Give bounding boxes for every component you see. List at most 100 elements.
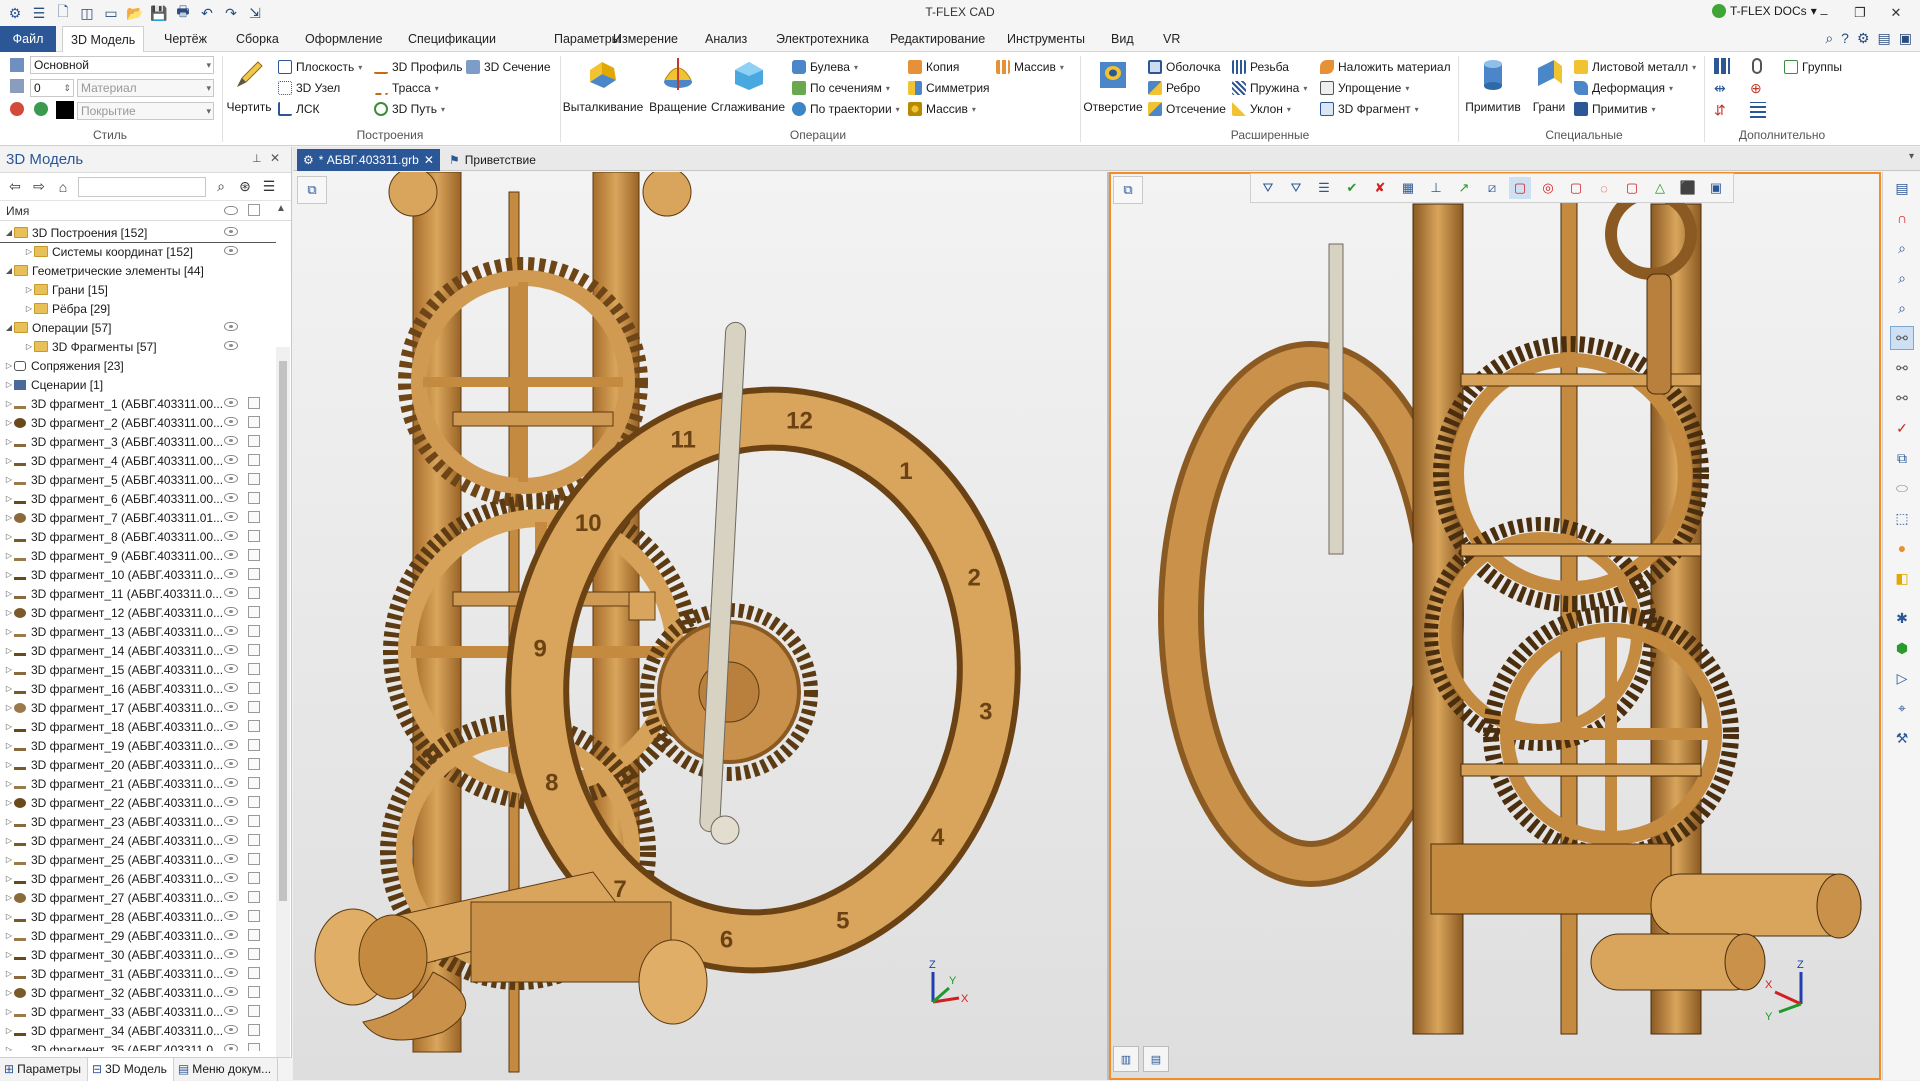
sphere-icon[interactable]: ● xyxy=(1890,536,1914,560)
new-document-icon[interactable]: 🗋 xyxy=(52,2,74,24)
extrude-button[interactable]: Выталкивание xyxy=(562,56,644,114)
glasses-settings-icon[interactable]: ⚯ xyxy=(1890,356,1914,380)
expand-arrow-icon[interactable]: ▷ xyxy=(4,722,14,731)
operation-filter-icon[interactable]: ◎ xyxy=(1537,177,1559,199)
tree-row-fragment[interactable]: ▷ 3D фрагмент_26 (АБВГ.403311.0... xyxy=(0,869,276,888)
visibility-eye-icon[interactable] xyxy=(224,1006,238,1015)
visibility-eye-icon[interactable] xyxy=(224,626,238,635)
boolean-button[interactable]: Булева ▾ xyxy=(792,57,858,77)
search-icon[interactable]: ⌕ xyxy=(1825,30,1833,47)
tree-row-fragment[interactable]: ▷ 3D фрагмент_8 (АБВГ.403311.00... xyxy=(0,527,276,546)
cube-view-icon[interactable]: ⧉ xyxy=(1890,446,1914,470)
open-document-icon[interactable] xyxy=(248,967,260,979)
help-icon[interactable]: ? xyxy=(1841,30,1849,47)
list-options-icon[interactable]: ☰ xyxy=(260,178,278,195)
app-menu-icon[interactable]: ☰ xyxy=(28,2,50,24)
appearance-icon[interactable] xyxy=(34,102,48,116)
wireframe-icon[interactable]: ⬚ xyxy=(1890,506,1914,530)
visibility-eye-icon[interactable] xyxy=(224,854,238,863)
open-document-icon[interactable] xyxy=(248,397,260,409)
export-icon[interactable]: ⇲ xyxy=(244,2,266,24)
cut-button[interactable]: Отсечение xyxy=(1148,99,1226,119)
expand-arrow-icon[interactable]: ▷ xyxy=(4,893,14,902)
tree-row-fragment[interactable]: ▷ 3D фрагмент_22 (АБВГ.403311.0... xyxy=(0,793,276,812)
target-icon[interactable]: ⊛ xyxy=(236,178,254,195)
tabs-overflow-icon[interactable]: ▾ xyxy=(1909,151,1914,162)
tree-row-fragment[interactable]: ▷ 3D фрагмент_1 (АБВГ.403311.00... xyxy=(0,394,276,413)
expand-arrow-icon[interactable]: ▷ xyxy=(24,285,34,294)
expand-arrow-icon[interactable]: ▷ xyxy=(4,1026,14,1035)
expand-arrow-icon[interactable]: ▷ xyxy=(4,1045,14,1051)
rib-button[interactable]: Ребро xyxy=(1148,78,1200,98)
body-filter-icon[interactable]: ▢ xyxy=(1509,177,1531,199)
tree-row[interactable]: ▷ Системы координат [152] xyxy=(0,242,276,261)
table-icon[interactable] xyxy=(1750,102,1766,118)
expand-arrow-icon[interactable]: ▷ xyxy=(4,836,14,845)
open-document-icon[interactable] xyxy=(248,815,260,827)
open-document-icon[interactable] xyxy=(248,891,260,903)
visibility-eye-icon[interactable] xyxy=(224,759,238,768)
rotate-button[interactable]: Вращение xyxy=(646,56,710,114)
shape-filter-icon[interactable]: △ xyxy=(1649,177,1671,199)
open-document-icon[interactable] xyxy=(248,1005,260,1017)
expand-arrow-icon[interactable]: ▷ xyxy=(4,456,14,465)
camera-icon[interactable]: ⌖ xyxy=(1890,696,1914,720)
tab-editing[interactable]: Редактирование xyxy=(882,26,993,52)
tree-row-fragment[interactable]: ▷ 3D фрагмент_2 (АБВГ.403311.00... xyxy=(0,413,276,432)
symmetry-button[interactable]: Симметрия xyxy=(908,78,990,98)
document-column-icon[interactable] xyxy=(248,204,260,216)
window-layout-icon[interactable]: ▤ xyxy=(1890,176,1914,200)
tab-tools[interactable]: Инструменты xyxy=(999,26,1093,52)
visibility-eye-icon[interactable] xyxy=(224,474,238,483)
close-panel-icon[interactable]: ✕ xyxy=(270,151,280,165)
visibility-eye-icon[interactable] xyxy=(224,417,238,426)
open-document-icon[interactable] xyxy=(248,492,260,504)
measure-icon[interactable]: ⊕ xyxy=(1750,80,1766,96)
material-select[interactable]: Материал ▾ xyxy=(77,79,214,97)
tree-row-fragment[interactable]: ▷ 3D фрагмент_18 (АБВГ.403311.0... xyxy=(0,717,276,736)
save-icon[interactable]: 💾 xyxy=(148,2,170,24)
view-orientation-button[interactable]: ⧉ xyxy=(1113,176,1143,204)
new-3d-icon[interactable]: ◫ xyxy=(76,2,98,24)
tree-row-fragment[interactable]: ▷ 3D фрагмент_21 (АБВГ.403311.0... xyxy=(0,774,276,793)
smooth-button[interactable]: Сглаживание xyxy=(710,56,786,114)
tree-row[interactable]: ▷ Сопряжения [23] xyxy=(0,356,276,375)
tree-row[interactable]: ◢ Геометрические элементы [44] xyxy=(0,261,276,280)
tab-measurement[interactable]: Измерение xyxy=(605,26,686,52)
tab-3d-model-panel[interactable]: ⊟ 3D Модель xyxy=(88,1058,174,1081)
tree-row[interactable]: ◢ 3D Построения [152] xyxy=(0,223,276,243)
tree-row-fragment[interactable]: ▷ 3D фрагмент_17 (АБВГ.403311.0... xyxy=(0,698,276,717)
grid-icon[interactable] xyxy=(1714,58,1730,74)
tree-row-fragment[interactable]: ▷ 3D фрагмент_19 (АБВГ.403311.0... xyxy=(0,736,276,755)
search-icon[interactable]: ⌕ xyxy=(212,178,230,195)
groups-button[interactable]: Группы xyxy=(1784,57,1842,77)
undo-icon[interactable]: ↶ xyxy=(196,2,218,24)
pin-icon[interactable]: ⊥ xyxy=(252,152,262,165)
expand-arrow-icon[interactable]: ▷ xyxy=(4,475,14,484)
profile-filter-icon[interactable]: ▢ xyxy=(1621,177,1643,199)
tree-filter-input[interactable] xyxy=(78,176,206,197)
tab-specifications[interactable]: Спецификации xyxy=(400,26,504,52)
apply-material-button[interactable]: Наложить материал xyxy=(1320,57,1451,77)
tree-row-fragment[interactable]: ▷ 3D фрагмент_13 (АБВГ.403311.0... xyxy=(0,622,276,641)
color-palette-icon[interactable] xyxy=(10,102,24,116)
layer-select[interactable]: Основной ▾ xyxy=(30,56,214,74)
fragment3d-button[interactable]: 3D Фрагмент ▾ xyxy=(1320,99,1419,119)
visibility-eye-icon[interactable] xyxy=(224,873,238,882)
visibility-eye-icon[interactable] xyxy=(224,455,238,464)
thread-button[interactable]: Резьба xyxy=(1232,57,1289,77)
collapse-arrow-icon[interactable]: ◢ xyxy=(4,228,14,237)
slope-button[interactable]: Уклон ▾ xyxy=(1232,99,1291,119)
settings-icon[interactable]: ⚙ xyxy=(1857,30,1870,47)
draw-button[interactable]: Чертить xyxy=(226,56,272,114)
panel-icon[interactable]: ▣ xyxy=(1899,30,1912,47)
open-document-icon[interactable] xyxy=(248,473,260,485)
open-document-icon[interactable] xyxy=(248,758,260,770)
tree-row-fragment[interactable]: ▷ 3D фрагмент_34 (АБВГ.403311.0... xyxy=(0,1021,276,1040)
redo-icon[interactable]: ↷ xyxy=(220,2,242,24)
open-document-icon[interactable] xyxy=(248,663,260,675)
tree-row-fragment[interactable]: ▷ 3D фрагмент_25 (АБВГ.403311.0... xyxy=(0,850,276,869)
visibility-eye-icon[interactable] xyxy=(224,436,238,445)
visibility-eye-icon[interactable] xyxy=(224,607,238,616)
expand-arrow-icon[interactable]: ▷ xyxy=(4,969,14,978)
